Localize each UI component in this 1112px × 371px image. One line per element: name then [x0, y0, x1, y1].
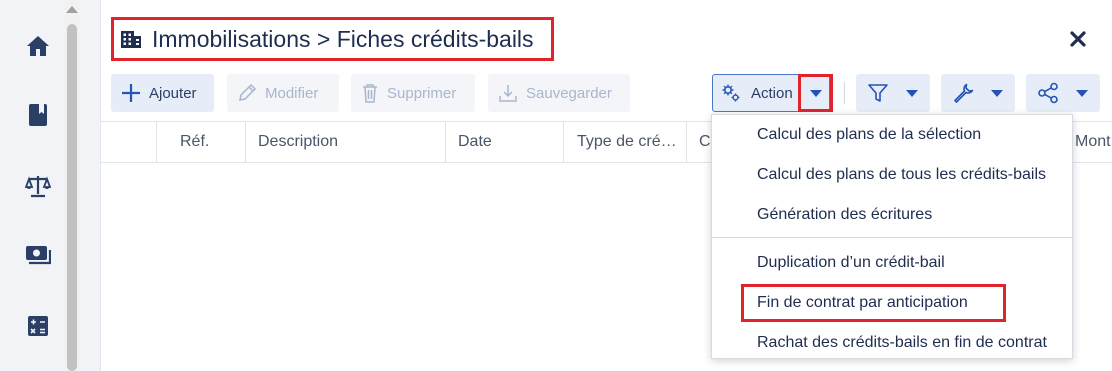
menu-item-early-termination[interactable]: Fin de contrat par anticipation [757, 294, 968, 312]
column-header-ref[interactable]: Réf. [180, 122, 240, 162]
add-button[interactable]: Ajouter [111, 74, 214, 112]
share-icon [1038, 82, 1058, 104]
caret-down-icon [809, 89, 822, 97]
filter-button[interactable] [856, 74, 930, 112]
gears-icon [722, 84, 740, 102]
sidebar-nav [0, 0, 65, 371]
close-icon[interactable] [1070, 31, 1090, 51]
menu-item-duplicate[interactable]: Duplication d’un crédit-bail [757, 254, 945, 272]
column-separator [445, 122, 446, 162]
menu-item-calc-selection[interactable]: Calcul des plans de la sélection [757, 126, 981, 144]
column-header-montant[interactable]: Mont [1075, 122, 1112, 162]
filter-icon [868, 84, 888, 102]
column-header-c[interactable]: C [699, 122, 711, 162]
caret-down-icon [991, 90, 1003, 97]
edit-label: Modifier [265, 84, 319, 102]
column-separator [686, 122, 687, 162]
column-header-type[interactable]: Type de cré… [577, 122, 682, 162]
column-header-description[interactable]: Description [258, 122, 438, 162]
caret-down-icon [1076, 90, 1088, 97]
scroll-up-arrow-icon[interactable] [66, 6, 78, 13]
home-icon[interactable] [25, 33, 51, 59]
gutter [79, 0, 100, 371]
trash-icon [363, 84, 377, 103]
save-button[interactable]: Sauvegarder [488, 74, 630, 112]
column-separator [156, 122, 157, 162]
add-label: Ajouter [149, 84, 197, 102]
menu-divider [712, 237, 1072, 238]
main-panel: Immobilisations > Fiches crédits-bails A… [100, 0, 1112, 371]
column-separator [245, 122, 246, 162]
pencil-icon [239, 83, 257, 101]
share-button[interactable] [1026, 74, 1100, 112]
plus-icon [122, 84, 140, 102]
menu-item-buyback[interactable]: Rachat des crédits-bails en fin de contr… [757, 334, 1047, 352]
action-dropdown-toggle[interactable] [798, 74, 833, 112]
calculator-icon[interactable] [25, 313, 51, 339]
money-icon[interactable] [25, 243, 51, 269]
page-title: Immobilisations > Fiches crédits-bails [111, 17, 554, 61]
building-icon [121, 31, 141, 48]
action-label: Action [751, 84, 793, 102]
page-title-text: Immobilisations > Fiches crédits-bails [152, 25, 534, 52]
scrollbar-thumb[interactable] [67, 24, 77, 371]
balance-scale-icon[interactable] [25, 173, 51, 199]
tools-button[interactable] [941, 74, 1015, 112]
wrench-icon [954, 83, 974, 103]
save-label: Sauvegarder [526, 84, 612, 102]
menu-item-calc-all[interactable]: Calcul des plans de tous les crédits-bai… [757, 166, 1046, 184]
delete-label: Supprimer [387, 84, 457, 102]
caret-down-icon [906, 90, 918, 97]
column-separator [563, 122, 564, 162]
book-icon[interactable] [25, 102, 51, 128]
edit-button[interactable]: Modifier [227, 74, 339, 112]
delete-button[interactable]: Supprimer [351, 74, 475, 112]
menu-item-generate-entries[interactable]: Génération des écritures [757, 206, 932, 224]
download-icon [499, 85, 517, 102]
column-header-date[interactable]: Date [458, 122, 558, 162]
toolbar-separator [844, 82, 845, 104]
action-menu: Calcul des plans de la sélection Calcul … [711, 114, 1073, 359]
